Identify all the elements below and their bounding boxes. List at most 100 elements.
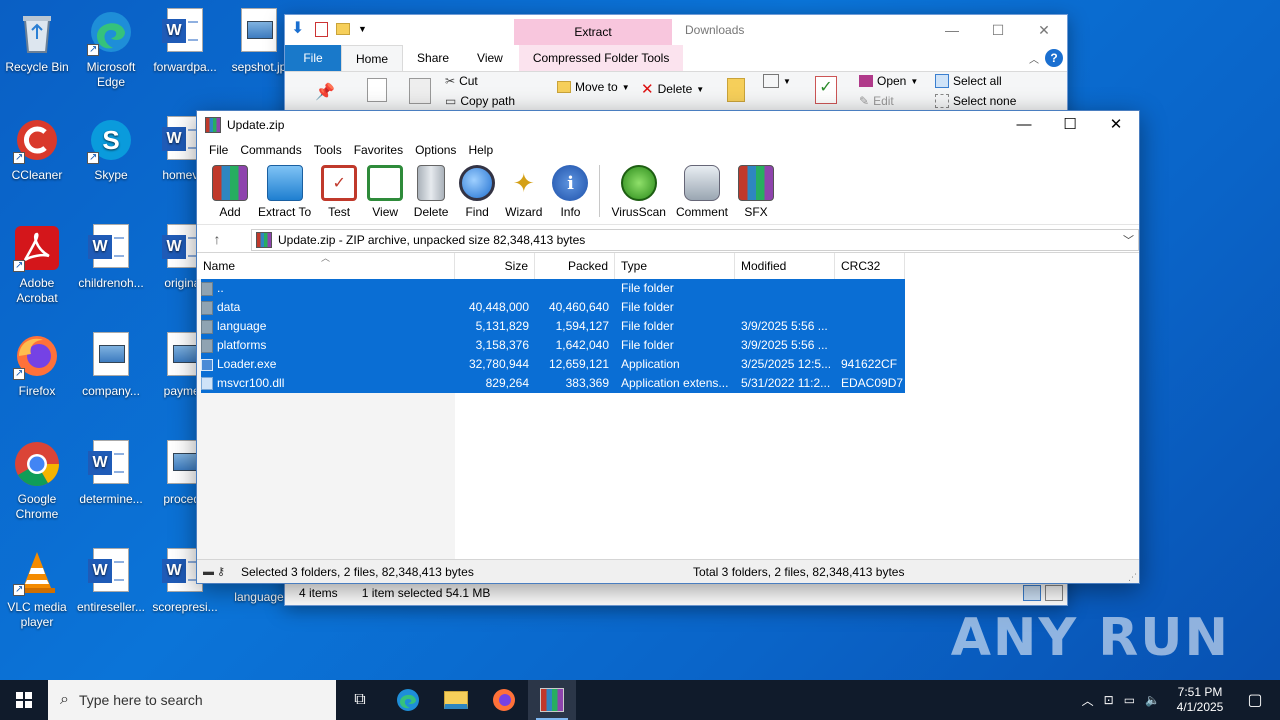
cut-button[interactable]: ✂ Cut xyxy=(445,74,478,88)
table-row[interactable]: data 40,448,000 40,460,640 File folder xyxy=(201,298,905,317)
properties-icon[interactable] xyxy=(315,21,328,37)
pin-icon[interactable]: 📌 xyxy=(315,82,335,102)
winrar-titlebar[interactable]: Update.zip — ☐ ✕ xyxy=(197,111,1139,139)
sfx-button[interactable]: SFX xyxy=(733,161,779,219)
desktop-icon-childrenoh[interactable]: W childrenoh... xyxy=(74,224,148,291)
extract-context-tab[interactable]: Extract xyxy=(514,19,672,45)
notification-icon[interactable]: ▢ xyxy=(1240,690,1270,710)
archive-path-field[interactable]: Update.zip - ZIP archive, unpacked size … xyxy=(251,229,1139,251)
qat-dropdown-icon[interactable]: ▼ xyxy=(358,24,367,34)
desktop-icon-adobe-acrobat[interactable]: Adobe Acrobat xyxy=(0,224,74,306)
table-row[interactable]: .. File folder xyxy=(201,279,905,298)
taskbar-firefox[interactable] xyxy=(480,680,528,720)
add-button[interactable]: Add xyxy=(207,161,253,219)
desktop-icon-entireseller[interactable]: W entireseller... xyxy=(74,548,148,615)
folder-icon xyxy=(201,281,213,296)
select-all-button[interactable]: Select all xyxy=(935,74,1002,88)
table-row[interactable]: platforms 3,158,376 1,642,040 File folde… xyxy=(201,336,905,355)
extract-to-button[interactable]: Extract To xyxy=(253,161,316,219)
network-icon[interactable]: ⊡ xyxy=(1104,693,1114,707)
tab-file[interactable]: File xyxy=(285,45,341,71)
tab-compressed-folder-tools[interactable]: Compressed Folder Tools xyxy=(518,45,684,71)
tab-share[interactable]: Share xyxy=(403,45,463,71)
menu-favorites[interactable]: Favorites xyxy=(348,139,409,161)
paste-icon[interactable] xyxy=(409,78,431,104)
minimize-button[interactable]: — xyxy=(929,15,975,45)
menu-file[interactable]: File xyxy=(203,139,234,161)
properties-large-icon[interactable]: ✓ xyxy=(815,76,837,104)
open-button[interactable]: Open ▼ xyxy=(859,74,918,88)
test-button[interactable]: ✓ Test xyxy=(316,161,362,219)
resize-grip-icon[interactable]: ⋰ xyxy=(1128,572,1137,583)
download-arrow-icon[interactable]: ⬇ xyxy=(291,21,307,37)
menu-commands[interactable]: Commands xyxy=(234,139,307,161)
select-none-button[interactable]: Select none xyxy=(935,94,1016,108)
volume-icon[interactable]: 🔈 xyxy=(1145,693,1160,707)
taskbar-search[interactable]: ⌕ Type here to search xyxy=(48,680,336,720)
desktop-icon-recycle-bin[interactable]: Recycle Bin xyxy=(0,8,74,75)
column-header-crc32[interactable]: CRC32 xyxy=(835,253,905,279)
maximize-button[interactable]: ☐ xyxy=(975,15,1021,45)
large-icons-view-icon[interactable] xyxy=(1045,585,1063,601)
table-row[interactable]: msvcr100.dll 829,264 383,369 Application… xyxy=(201,374,905,393)
column-header-size[interactable]: Size xyxy=(455,253,535,279)
ethernet-icon[interactable]: ▭ xyxy=(1124,693,1135,707)
new-folder-large-icon[interactable] xyxy=(727,78,745,102)
copy-path-button[interactable]: ▭ Copy path xyxy=(445,94,515,108)
new-folder-icon[interactable] xyxy=(336,23,350,35)
desktop-icon-vlc[interactable]: VLC media player xyxy=(0,548,74,630)
up-arrow-icon[interactable]: ↑ xyxy=(197,231,237,247)
find-button[interactable]: Find xyxy=(454,161,500,219)
desktop-icon-google-chrome[interactable]: Google Chrome xyxy=(0,440,74,522)
column-header-packed[interactable]: Packed xyxy=(535,253,615,279)
delete-button[interactable]: ✕ Delete ▼ xyxy=(641,80,704,98)
table-row[interactable]: Loader.exe 32,780,944 12,659,121 Applica… xyxy=(201,355,905,374)
column-header-name[interactable]: Name ︿ xyxy=(197,253,455,279)
edit-button[interactable]: ✎ Edit xyxy=(859,94,894,108)
move-to-button[interactable]: Move to ▼ xyxy=(557,80,630,94)
help-icon[interactable]: ? xyxy=(1045,49,1063,67)
winrar-window[interactable]: Update.zip — ☐ ✕ File Commands Tools Fav… xyxy=(196,110,1140,584)
view-button[interactable]: View xyxy=(362,161,408,219)
minimize-button[interactable]: — xyxy=(1001,111,1047,139)
task-view-button[interactable]: ⧉ xyxy=(336,680,384,720)
close-button[interactable]: ✕ xyxy=(1021,15,1067,45)
column-header-modified[interactable]: Modified xyxy=(735,253,835,279)
taskbar-winrar[interactable] xyxy=(528,680,576,720)
tab-view[interactable]: View xyxy=(463,45,517,71)
chevron-up-icon[interactable]: ︿ xyxy=(1082,692,1094,709)
close-button[interactable]: ✕ xyxy=(1093,111,1139,139)
drive-key-icon[interactable]: ▬ ⚷ xyxy=(203,565,233,578)
chevron-down-icon[interactable]: ﹀ xyxy=(1123,232,1134,248)
taskbar-file-explorer[interactable] xyxy=(432,680,480,720)
tab-home[interactable]: Home xyxy=(341,45,404,71)
explorer-titlebar[interactable]: ⬇ ▼ Extract Downloads — ☐ ✕ xyxy=(285,15,1067,45)
desktop-icon-forwardpa[interactable]: W forwardpa... xyxy=(148,8,222,75)
copy-icon[interactable] xyxy=(367,78,387,102)
column-header-type[interactable]: Type xyxy=(615,253,735,279)
virusscan-button[interactable]: VirusScan xyxy=(606,161,670,219)
menu-tools[interactable]: Tools xyxy=(308,139,348,161)
details-view-icon[interactable] xyxy=(1023,585,1041,601)
desktop-icon-skype[interactable]: S Skype xyxy=(74,116,148,183)
menu-options[interactable]: Options xyxy=(409,139,462,161)
desktop-icon-determine[interactable]: W determine... xyxy=(74,440,148,507)
menu-help[interactable]: Help xyxy=(462,139,499,161)
new-item-icon[interactable]: ▼ xyxy=(763,74,791,88)
start-button[interactable] xyxy=(0,680,48,720)
clock[interactable]: 7:51 PM 4/1/2025 xyxy=(1170,685,1230,715)
quick-access-toolbar: ⬇ ▼ xyxy=(291,21,367,37)
maximize-button[interactable]: ☐ xyxy=(1047,111,1093,139)
table-row[interactable]: language 5,131,829 1,594,127 File folder… xyxy=(201,317,905,336)
comment-button[interactable]: Comment xyxy=(671,161,733,219)
info-button[interactable]: i Info xyxy=(547,161,593,219)
delete-button[interactable]: Delete xyxy=(408,161,454,219)
desktop-icon-firefox[interactable]: Firefox xyxy=(0,332,74,399)
collapse-ribbon-icon[interactable]: ︿ xyxy=(1029,51,1039,66)
taskbar-edge[interactable] xyxy=(384,680,432,720)
word-document-icon: W xyxy=(87,224,135,272)
wizard-button[interactable]: ✦ Wizard xyxy=(500,161,547,220)
desktop-icon-company[interactable]: company... xyxy=(74,332,148,399)
desktop-icon-microsoft-edge[interactable]: Microsoft Edge xyxy=(74,8,148,90)
desktop-icon-ccleaner[interactable]: CCleaner xyxy=(0,116,74,183)
